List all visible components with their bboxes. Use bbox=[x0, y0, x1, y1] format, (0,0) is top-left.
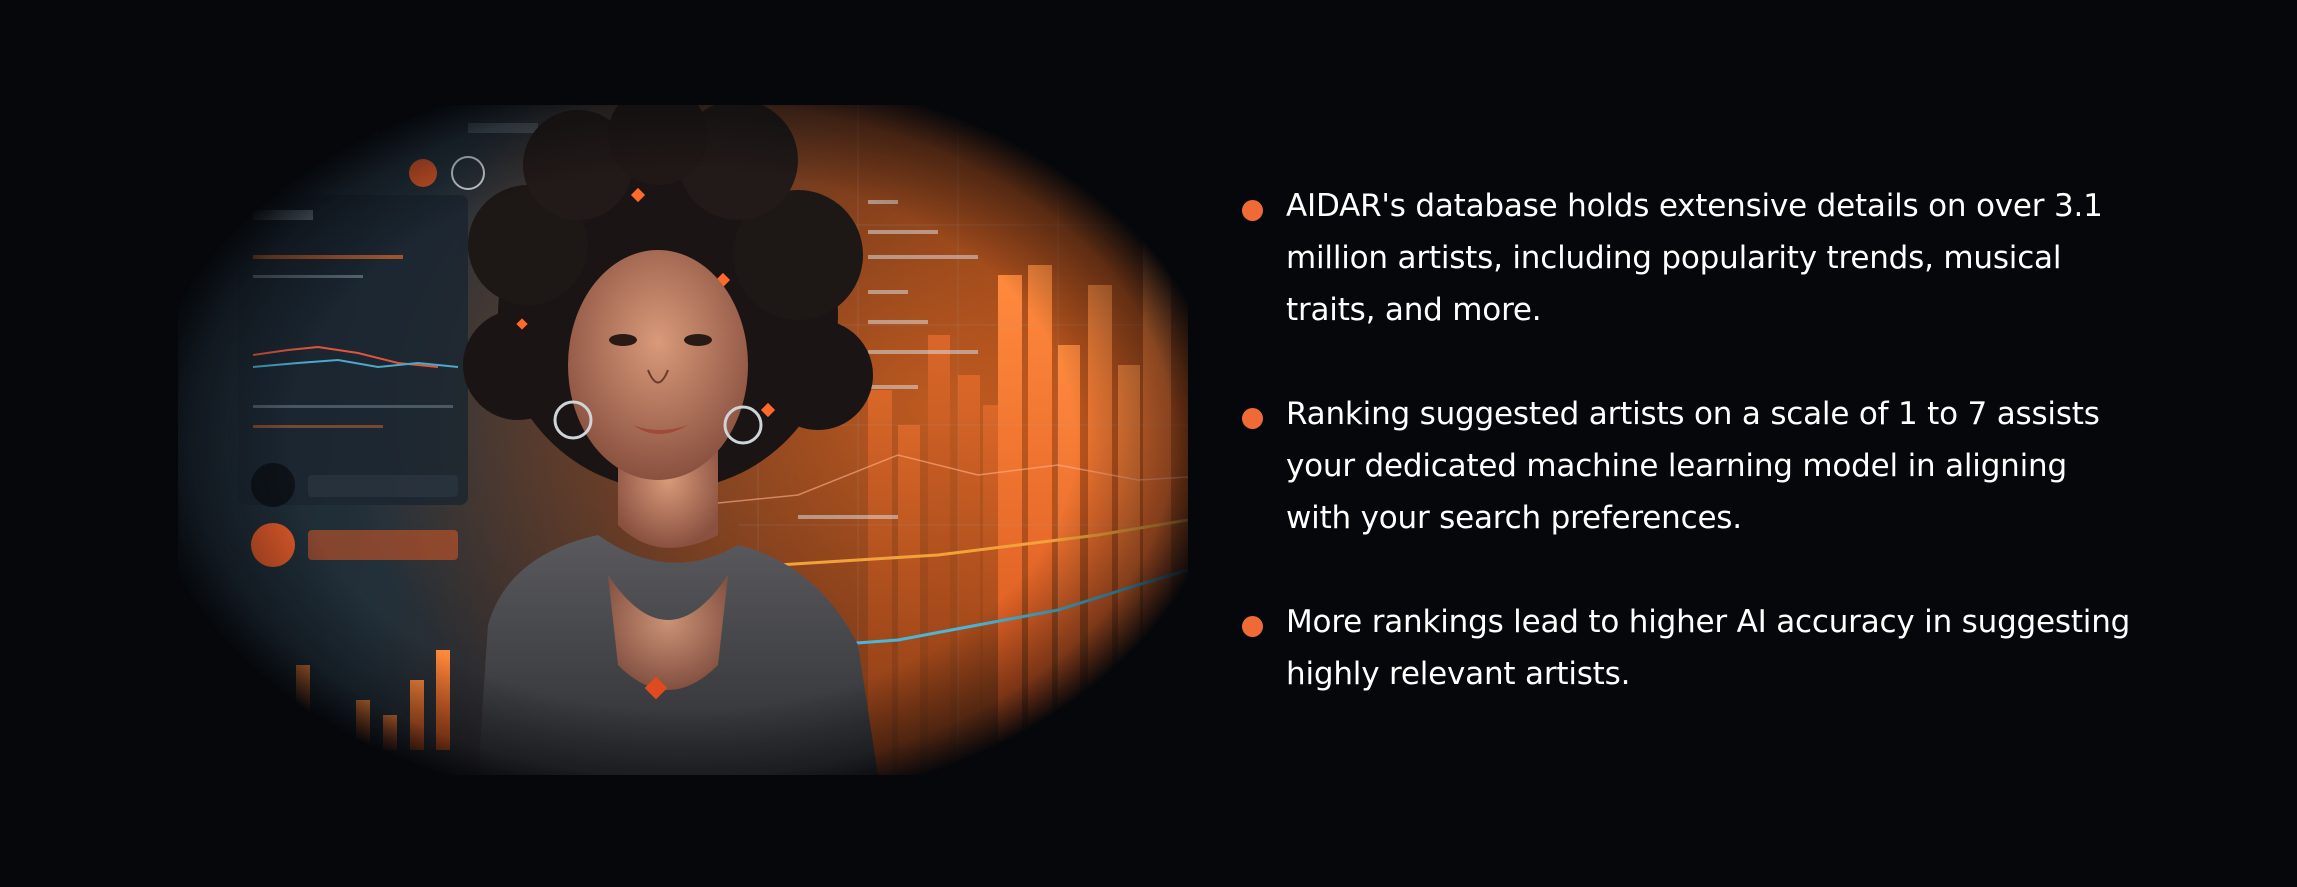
list-item: Ranking suggested artists on a scale of … bbox=[1240, 388, 2140, 544]
bullet-dot-icon bbox=[1242, 616, 1263, 637]
bullet-dot-icon bbox=[1242, 408, 1263, 429]
hero-image bbox=[178, 105, 1188, 775]
feature-list: AIDAR's database holds extensive details… bbox=[1240, 180, 2140, 752]
ai-music-analytics-illustration bbox=[178, 105, 1188, 775]
bullet-text: AIDAR's database holds extensive details… bbox=[1286, 188, 2103, 328]
bullet-text: More rankings lead to higher AI accuracy… bbox=[1286, 604, 2131, 692]
bullet-text: Ranking suggested artists on a scale of … bbox=[1286, 396, 2100, 536]
list-item: AIDAR's database holds extensive details… bbox=[1240, 180, 2140, 336]
bullet-dot-icon bbox=[1242, 200, 1263, 221]
list-item: More rankings lead to higher AI accuracy… bbox=[1240, 596, 2140, 700]
